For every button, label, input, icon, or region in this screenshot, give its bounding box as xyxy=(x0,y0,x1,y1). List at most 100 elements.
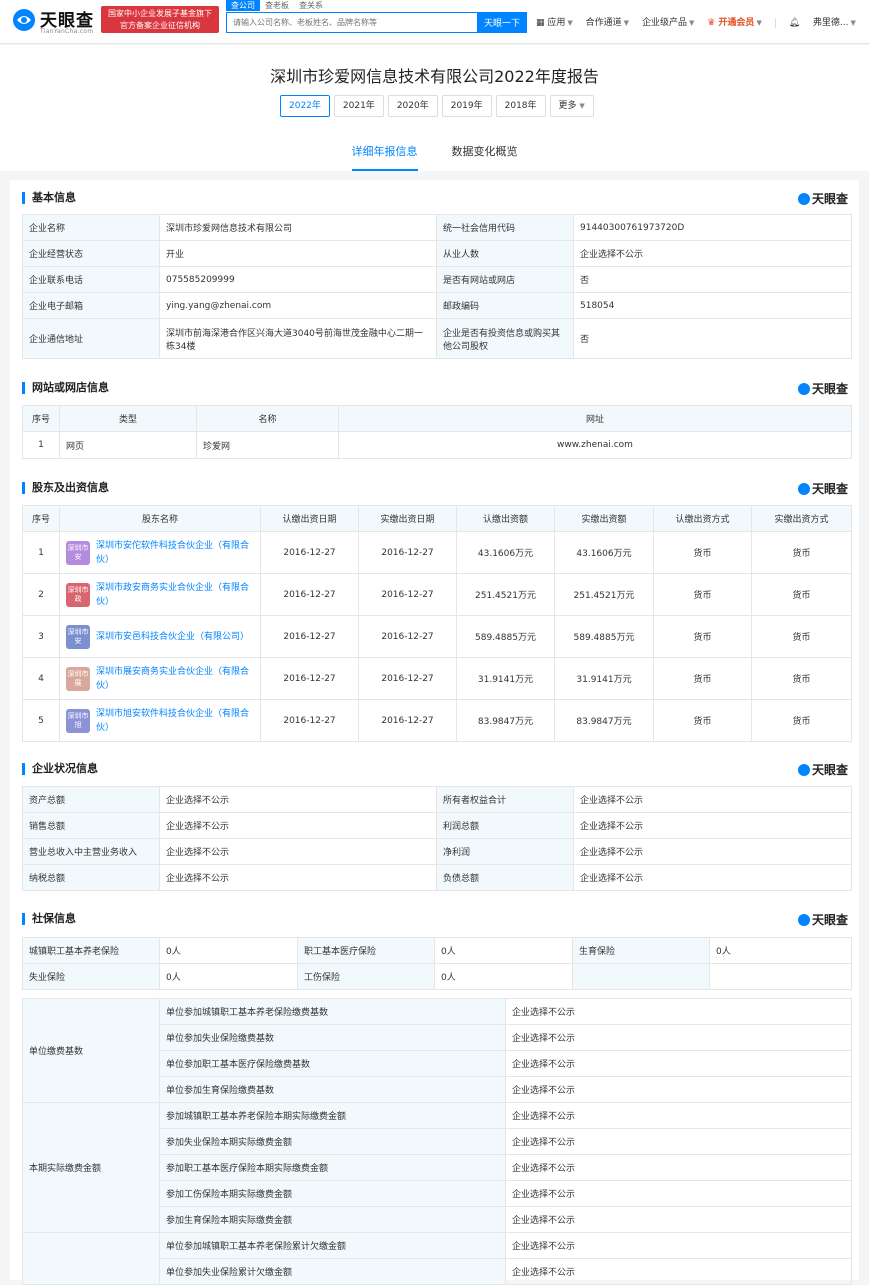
table-row: 2 深圳市政 深圳市政安商务实业合伙企业（有限合伙） 2016-12-27 2016-1… xyxy=(22,573,852,616)
nav-vip-label: 开通会员 xyxy=(718,18,755,28)
nav-vip[interactable]: ♛ 开通会员 ▼ xyxy=(707,15,762,28)
company-avatar: 深圳市安 xyxy=(66,540,90,565)
shareholder-cell[interactable]: 深圳市安 深圳市安佗软件科技合伙企业（有限合伙） xyxy=(59,531,261,574)
tab-company[interactable]: 查公司 xyxy=(226,0,260,11)
chevron-down-icon: ▼ xyxy=(567,19,573,27)
table-cell: 589.4885万元 xyxy=(554,615,654,658)
tab-boss[interactable]: 查老板 xyxy=(260,0,294,11)
nav-apps[interactable]: ▦ 应用 ▼ xyxy=(536,15,573,28)
official-badge[interactable]: 国家中小企业发展子基金旗下 官方备案企业征信机构 xyxy=(101,6,219,33)
field-value: 企业选择不公示 xyxy=(505,1258,852,1285)
nav-partner[interactable]: 合作通道 ▼ xyxy=(586,15,629,28)
field-label: 企业联系电话 xyxy=(22,266,160,293)
field-label xyxy=(572,963,710,990)
table-cell: 货币 xyxy=(653,699,752,742)
shareholder-cell[interactable]: 深圳市安 深圳市安邑科技合伙企业（有限公司） xyxy=(59,615,261,658)
shareholder[interactable]: 深圳市安 深圳市安佗软件科技合伙企业（有限合伙） xyxy=(66,539,254,567)
brand-logo-icon xyxy=(798,914,810,926)
shareholder-cell[interactable]: 深圳市展 深圳市展安商务实业合伙企业（有限合伙） xyxy=(59,657,261,700)
table-cell: 2016-12-27 xyxy=(260,573,359,616)
table-cell: 2016-12-27 xyxy=(358,615,457,658)
nav-enterprise[interactable]: 企业级产品 ▼ xyxy=(642,15,694,28)
tab-relation[interactable]: 查关系 xyxy=(294,0,328,11)
field-value: 企业选择不公示 xyxy=(573,786,852,813)
field-label: 单位参加失业保险累计欠缴金额 xyxy=(159,1258,506,1285)
brand-logo: 天眼查 xyxy=(798,761,848,777)
tab-data-changes[interactable]: 数据变化概览 xyxy=(452,143,518,171)
status-row: 销售总额 企业选择不公示 利润总额 企业选择不公示 xyxy=(22,812,852,839)
shareholder[interactable]: 深圳市安 深圳市安邑科技合伙企业（有限公司） xyxy=(66,624,254,649)
shareholder-name-link[interactable]: 深圳市安佗软件科技合伙企业（有限合伙） xyxy=(96,539,254,567)
field-value: 深圳市前海深港合作区兴海大道3040号前海世茂金融中心二期一栋34楼 xyxy=(159,318,437,359)
section-title-website: 网站或网店信息 xyxy=(22,382,109,394)
table-cell: 251.4521万元 xyxy=(456,573,555,616)
field-value: ying.yang@zhenai.com xyxy=(159,292,437,319)
field-value: 开业 xyxy=(159,240,437,267)
year-2019[interactable]: 2019年 xyxy=(441,95,492,117)
shareholder-name-link[interactable]: 深圳市展安商务实业合伙企业（有限合伙） xyxy=(96,665,254,693)
year-2022[interactable]: 2022年 xyxy=(280,95,330,117)
nav-user[interactable]: 弗里德... ▼ xyxy=(813,15,856,28)
year-2021[interactable]: 2021年 xyxy=(333,95,384,117)
chevron-down-icon: ▼ xyxy=(579,102,585,110)
brand-logo: 天眼查 xyxy=(798,911,848,927)
brand-logo-icon xyxy=(798,483,810,495)
table-cell: 251.4521万元 xyxy=(554,573,654,616)
nav-apps-label: 应用 xyxy=(547,18,566,28)
company-avatar: 深圳市安 xyxy=(66,624,90,649)
shareholder-cell[interactable]: 深圳市旭 深圳市旭安软件科技合伙企业（有限合伙） xyxy=(59,699,261,742)
table-cell: 货币 xyxy=(751,699,852,742)
brand-logo-text: 天眼查 xyxy=(812,192,849,206)
field-value: 否 xyxy=(573,318,852,359)
column-header: 序号 xyxy=(22,405,60,432)
shareholder[interactable]: 深圳市展 深圳市展安商务实业合伙企业（有限合伙） xyxy=(66,665,254,693)
table-cell: 货币 xyxy=(653,657,752,700)
table-cell: 589.4885万元 xyxy=(456,615,555,658)
table-cell: 2016-12-27 xyxy=(260,531,359,574)
field-label: 销售总额 xyxy=(22,812,160,839)
field-value: 企业选择不公示 xyxy=(573,812,852,839)
search-type-tabs: 查公司 查老板 查关系 xyxy=(226,0,328,11)
shareholder-cell[interactable]: 深圳市政 深圳市政安商务实业合伙企业（有限合伙） xyxy=(59,573,261,616)
crown-icon: ♛ xyxy=(707,18,719,28)
year-2018[interactable]: 2018年 xyxy=(495,95,546,117)
field-value: 企业选择不公示 xyxy=(159,864,437,891)
field-label: 邮政编码 xyxy=(436,292,574,319)
site-logo[interactable]: 天眼查 TianYanCha.com xyxy=(12,6,98,36)
basic-info-row: 企业名称 深圳市珍爱网信息技术有限公司 统一社会信用代码 91440300761973… xyxy=(22,214,852,241)
field-value: 企业选择不公示 xyxy=(505,1232,852,1259)
bell-icon: 🔔︎ xyxy=(788,18,801,28)
badge-line-1: 国家中小企业发展子基金旗下 xyxy=(108,9,212,18)
shareholder-name-link[interactable]: 深圳市政安商务实业合伙企业（有限合伙） xyxy=(96,581,254,609)
field-label: 企业电子邮箱 xyxy=(22,292,160,319)
brand-logo-text: 天眼查 xyxy=(812,382,849,396)
shareholder-name-link[interactable]: 深圳市旭安软件科技合伙企业（有限合伙） xyxy=(96,707,254,735)
field-value: 0人 xyxy=(159,963,298,990)
column-header: 认缴出资额 xyxy=(456,505,555,532)
field-value: 深圳市珍爱网信息技术有限公司 xyxy=(159,214,437,241)
year-2020[interactable]: 2020年 xyxy=(387,95,438,117)
search-button[interactable]: 天眼一下 xyxy=(477,12,527,33)
year-more-label: 更多 xyxy=(558,101,577,111)
field-value: 0人 xyxy=(159,937,298,964)
notification-bell[interactable]: 🔔︎ xyxy=(789,18,800,28)
table-cell: 2016-12-27 xyxy=(358,657,457,700)
tab-detailed-report[interactable]: 详细年报信息 xyxy=(351,143,418,171)
field-label: 失业保险 xyxy=(22,963,160,990)
field-label: 企业通信地址 xyxy=(22,318,160,359)
field-label: 参加工伤保险本期实际缴费金额 xyxy=(159,1180,506,1207)
chevron-down-icon: ▼ xyxy=(850,19,856,27)
brand-logo: 天眼查 xyxy=(798,480,848,496)
search-input[interactable] xyxy=(226,12,478,33)
social-summary-row: 城镇职工基本养老保险 0人 职工基本医疗保险 0人 生育保险 0人 xyxy=(22,937,852,964)
field-value: 企业选择不公示 xyxy=(573,240,852,267)
shareholder-name-link[interactable]: 深圳市安邑科技合伙企业（有限公司） xyxy=(96,630,249,644)
table-cell: 43.1606万元 xyxy=(554,531,654,574)
column-header: 实缴出资方式 xyxy=(751,505,852,532)
table-cell: 货币 xyxy=(653,531,752,574)
shareholder[interactable]: 深圳市政 深圳市政安商务实业合伙企业（有限合伙） xyxy=(66,581,254,609)
group-label xyxy=(22,1232,160,1285)
shareholders-table: 序号 股东名称 认缴出资日期 实缴出资日期 认缴出资额 实缴出资额 认缴出资方式 实缴出资方式… xyxy=(22,505,852,742)
shareholder[interactable]: 深圳市旭 深圳市旭安软件科技合伙企业（有限合伙） xyxy=(66,707,254,735)
year-more[interactable]: 更多 ▼ xyxy=(549,95,594,117)
